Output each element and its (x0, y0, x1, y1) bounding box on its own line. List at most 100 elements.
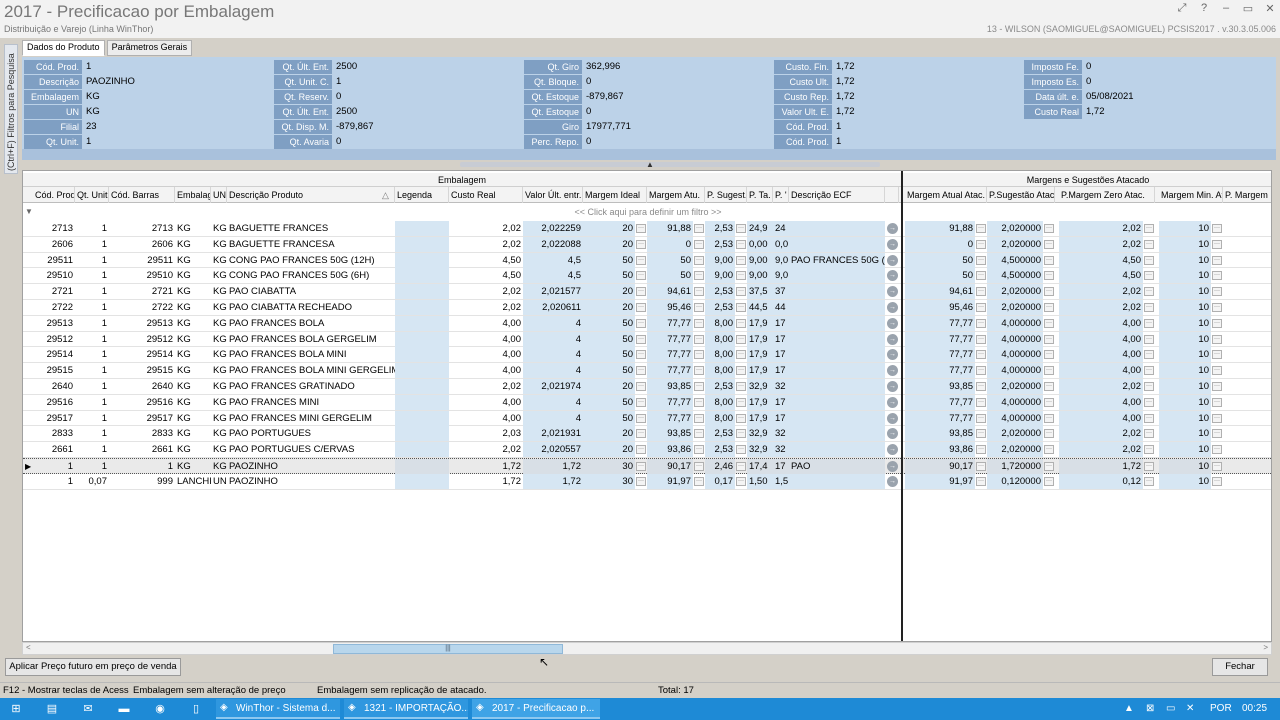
column-header[interactable]: Margem Ideal (583, 187, 647, 203)
table-cell[interactable]: 2,021931 (523, 426, 583, 442)
table-cell[interactable]: 4 (523, 394, 583, 410)
table-cell[interactable]: 17 (773, 394, 789, 410)
table-cell[interactable]: 93,86 (647, 442, 693, 458)
table-cell[interactable]: 2,02 (449, 284, 523, 299)
table-cell[interactable]: 2606 (109, 237, 175, 252)
ellipsis-button[interactable]: ··· (1144, 381, 1154, 391)
table-cell[interactable]: 2,020000 (987, 426, 1043, 442)
ellipsis-button[interactable]: ··· (1144, 397, 1154, 407)
table-row[interactable]: 2661 1 2661 KG KG PAO PORTUGUES C/ERVAS 2,02 2,… (23, 442, 1271, 458)
table-cell[interactable]: 29514 (109, 347, 175, 362)
ellipsis-button[interactable]: ··· (1044, 302, 1054, 312)
row-action-icon[interactable]: → (887, 428, 898, 440)
ellipsis-button[interactable]: ··· (976, 413, 986, 423)
table-cell[interactable]: 29510 (33, 268, 75, 283)
chrome-icon[interactable]: ◉ (152, 701, 168, 717)
table-cell[interactable]: 2,022259 (523, 221, 583, 236)
table-cell[interactable]: KG (211, 268, 227, 283)
table-cell[interactable]: 4,00 (449, 347, 523, 362)
table-cell[interactable]: 77,77 (905, 331, 975, 347)
table-cell[interactable]: 1 (75, 459, 109, 474)
ellipsis-button[interactable]: ··· (636, 476, 646, 486)
table-cell[interactable]: PAO FRANCES 50G (1 (789, 252, 885, 268)
table-cell[interactable]: 0,17 (705, 473, 735, 489)
mail-icon[interactable]: ✉ (80, 701, 96, 717)
table-cell[interactable] (789, 442, 885, 458)
table-cell[interactable] (395, 473, 449, 489)
table-cell[interactable]: KG (175, 268, 211, 283)
table-cell[interactable]: 77,77 (647, 315, 693, 331)
table-cell[interactable]: 77,77 (905, 363, 975, 379)
table-cell[interactable]: 8,00 (705, 331, 735, 347)
table-cell[interactable]: 1,5 (773, 473, 789, 489)
table-cell[interactable]: 77,77 (647, 410, 693, 426)
scrollbar-thumb[interactable]: ||| (333, 644, 563, 654)
table-cell[interactable]: 4,00 (449, 395, 523, 410)
table-cell[interactable] (789, 410, 885, 426)
table-cell[interactable]: 1 (33, 474, 75, 489)
ellipsis-button[interactable]: ··· (1212, 239, 1222, 249)
ellipsis-button[interactable]: ··· (1212, 224, 1222, 233)
table-cell[interactable]: 50 (647, 252, 693, 268)
table-cell[interactable]: 29511 (109, 253, 175, 268)
table-cell[interactable]: 50 (583, 347, 635, 363)
table-cell[interactable]: 95,46 (647, 299, 693, 315)
ellipsis-button[interactable]: ··· (636, 239, 646, 249)
table-cell[interactable]: 2,021577 (523, 284, 583, 300)
close-button[interactable]: Fechar (1212, 658, 1268, 676)
table-row[interactable]: 2721 1 2721 KG KG PAO CIABATTA 2,02 2,021577 20 ·… (23, 284, 1271, 300)
ellipsis-button[interactable]: ··· (1044, 381, 1054, 391)
row-action-icon[interactable]: → (887, 223, 898, 234)
table-cell[interactable]: 90,17 (647, 458, 693, 474)
table-cell[interactable]: 2661 (33, 442, 75, 457)
row-action-icon[interactable]: → (887, 286, 898, 298)
ellipsis-button[interactable]: ··· (694, 318, 704, 328)
column-header[interactable]: P. Margem (1223, 187, 1271, 203)
table-cell[interactable] (395, 268, 449, 284)
ellipsis-button[interactable]: ··· (694, 239, 704, 249)
table-cell[interactable]: 17,9 (747, 410, 773, 426)
table-cell[interactable]: 32,9 (747, 442, 773, 458)
table-cell[interactable]: PAO PORTUGUES (227, 426, 395, 441)
table-cell[interactable]: 2,03 (449, 426, 523, 441)
table-cell[interactable] (789, 236, 885, 252)
table-row[interactable]: 29512 1 29512 KG KG PAO FRANCES BOLA GERGELIM… (23, 331, 1271, 348)
notes-icon[interactable]: ▯ (188, 701, 204, 717)
table-cell[interactable]: PAO CIABATTA (227, 284, 395, 299)
ellipsis-button[interactable]: ··· (1044, 350, 1054, 360)
table-cell[interactable]: 17 (773, 458, 789, 474)
table-cell[interactable]: 4 (523, 410, 583, 426)
ellipsis-button[interactable]: ··· (1144, 461, 1154, 471)
table-cell[interactable]: KG (211, 395, 227, 410)
table-cell[interactable]: 4,5 (523, 268, 583, 284)
tray-network-icon[interactable]: ⊠ (1146, 698, 1154, 720)
column-header[interactable]: P.Margem Zero Atac. (1059, 187, 1155, 203)
table-cell[interactable]: 37 (773, 284, 789, 300)
table-cell[interactable]: 1 (75, 284, 109, 299)
table-cell[interactable]: PAO FRANCES MINI (227, 395, 395, 410)
row-action-icon[interactable]: → (887, 238, 898, 250)
table-cell[interactable]: 17,9 (747, 394, 773, 410)
ellipsis-button[interactable]: ··· (636, 461, 646, 471)
table-cell[interactable]: 17,4 (747, 458, 773, 474)
table-cell[interactable]: KG (175, 442, 211, 457)
table-cell[interactable]: 1 (33, 459, 75, 474)
table-cell[interactable]: 8,00 (705, 315, 735, 331)
table-cell[interactable] (395, 315, 449, 331)
apply-future-price-button[interactable]: Aplicar Preço futuro em preço de venda (5, 658, 181, 676)
column-header[interactable]: P. Sugest. (705, 187, 747, 203)
table-cell[interactable]: 2,02 (449, 300, 523, 315)
table-cell[interactable]: CONG PAO FRANCES 50G (6H) (227, 268, 395, 283)
ellipsis-button[interactable]: ··· (976, 476, 986, 486)
table-cell[interactable]: 2,020000 (987, 236, 1043, 252)
table-cell[interactable]: 1 (75, 442, 109, 457)
table-cell[interactable]: 4,00 (449, 332, 523, 347)
table-cell[interactable]: KG (211, 284, 227, 299)
ellipsis-button[interactable]: ··· (1044, 334, 1054, 344)
ellipsis-button[interactable]: ··· (1144, 239, 1154, 249)
table-cell[interactable]: 50 (583, 331, 635, 347)
table-cell[interactable] (789, 363, 885, 379)
table-cell[interactable]: KG (211, 459, 227, 474)
table-cell[interactable]: 44 (773, 299, 789, 315)
table-cell[interactable]: KG (211, 221, 227, 236)
